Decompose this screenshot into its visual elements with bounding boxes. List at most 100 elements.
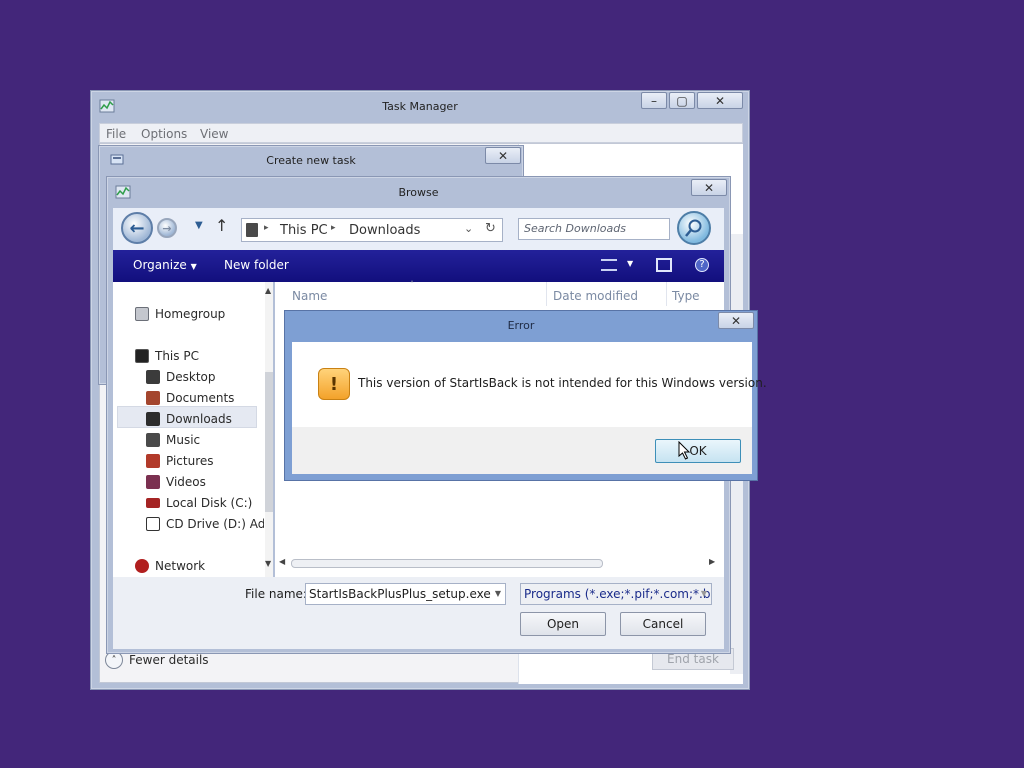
help-icon[interactable]: ?	[695, 258, 709, 272]
homegroup-icon	[135, 307, 149, 321]
scroll-down-icon[interactable]: ▼	[265, 559, 271, 568]
search-placeholder: Search Downloads	[524, 222, 626, 235]
scroll-right-icon[interactable]: ▶	[709, 557, 715, 566]
back-button[interactable]: ←	[121, 212, 153, 244]
close-icon: ✕	[497, 148, 509, 163]
scrollbar-thumb[interactable]	[265, 372, 273, 512]
navigation-pane: Homegroup This PC Desktop Documents Down…	[113, 282, 273, 577]
nav-label: Videos	[166, 475, 206, 489]
refresh-icon[interactable]: ↻	[485, 221, 496, 236]
create-task-close-button[interactable]: ✕	[485, 147, 521, 164]
nav-label: This PC	[155, 349, 199, 363]
nav-item-videos[interactable]: Videos	[146, 472, 206, 492]
nav-label: Local Disk (C:)	[166, 496, 253, 510]
ok-button[interactable]: OK	[655, 439, 741, 463]
chevron-down-icon[interactable]: ▼	[627, 259, 633, 268]
nav-item-homegroup[interactable]: Homegroup	[135, 304, 225, 324]
maximize-button[interactable]: ▢	[669, 92, 695, 109]
nav-item-network[interactable]: Network	[135, 556, 205, 576]
chevron-down-icon[interactable]: ▼	[495, 589, 501, 598]
downloads-folder-icon	[246, 223, 258, 237]
command-toolbar: Organize ▼ New folder ▼ ?	[113, 250, 724, 282]
breadcrumb-separator-icon: ▸	[331, 223, 336, 233]
network-icon	[135, 559, 149, 573]
organize-menu[interactable]: Organize ▼	[133, 258, 197, 272]
chevron-down-icon: ▼	[190, 262, 197, 271]
sort-ascending-icon: ˄	[410, 280, 414, 289]
forward-arrow-icon: →	[162, 221, 172, 235]
new-folder-button[interactable]: New folder	[224, 258, 289, 272]
error-message: This version of StartIsBack is not inten…	[358, 376, 767, 390]
scroll-up-icon[interactable]: ▲	[265, 286, 271, 295]
task-manager-menubar: File Options View	[99, 123, 743, 143]
nav-item-desktop[interactable]: Desktop	[146, 367, 216, 387]
nav-item-music[interactable]: Music	[146, 430, 200, 450]
recent-locations-dropdown[interactable]: ▼	[195, 220, 203, 231]
close-button[interactable]: ✕	[697, 92, 743, 109]
nav-item-documents[interactable]: Documents	[146, 388, 234, 408]
downloads-folder-icon	[146, 412, 160, 426]
nav-label: Documents	[166, 391, 235, 405]
computer-icon	[135, 349, 149, 363]
open-button[interactable]: Open	[520, 612, 606, 636]
error-button-area: OK	[292, 427, 752, 474]
maximize-icon: ▢	[676, 93, 688, 108]
warning-icon: !	[318, 368, 350, 400]
file-name-input[interactable]: StartIsBackPlusPlus_setup.exe ▼	[305, 583, 506, 605]
search-button[interactable]	[677, 211, 711, 245]
cd-drive-icon	[146, 517, 160, 531]
nav-label: Homegroup	[155, 307, 226, 321]
nav-item-this-pc[interactable]: This PC	[135, 346, 199, 366]
column-header-name[interactable]: Name	[292, 289, 327, 303]
file-name-label: File name:	[245, 587, 307, 601]
up-button[interactable]: ↑	[215, 216, 228, 235]
nav-item-local-disk[interactable]: Local Disk (C:)	[146, 493, 252, 513]
navigation-pane-scrollbar[interactable]: ▲ ▼	[265, 282, 273, 577]
up-arrow-icon: ↑	[215, 216, 229, 235]
error-close-button[interactable]: ✕	[718, 312, 754, 329]
scroll-left-icon[interactable]: ◀	[279, 557, 285, 566]
menu-options[interactable]: Options	[141, 127, 187, 141]
videos-folder-icon	[146, 475, 160, 489]
view-options-icon[interactable]	[601, 259, 617, 271]
pictures-folder-icon	[146, 454, 160, 468]
fewer-details-label: Fewer details	[129, 653, 209, 667]
file-list-horizontal-scrollbar[interactable]: ◀ ▶	[279, 557, 719, 571]
file-type-select[interactable]: Programs (*.exe;*.pif;*.com;*.ba ▼	[520, 583, 712, 605]
nav-item-pictures[interactable]: Pictures	[146, 451, 214, 471]
nav-item-downloads[interactable]: Downloads	[146, 409, 232, 429]
magnifier-icon	[685, 219, 702, 237]
nav-label: CD Drive (D:) Adob	[166, 517, 264, 531]
breadcrumb-this-pc[interactable]: This PC	[280, 223, 328, 238]
address-history-chevron-icon[interactable]: ⌄	[464, 222, 473, 235]
menu-view[interactable]: View	[200, 127, 228, 141]
address-bar[interactable]: ▸ This PC ▸ Downloads ⌄ ↻	[241, 218, 503, 242]
column-separator	[666, 282, 667, 306]
close-icon: ✕	[714, 93, 726, 108]
forward-button[interactable]: →	[157, 218, 177, 238]
cancel-button[interactable]: Cancel	[620, 612, 706, 636]
error-dialog: Error ✕ ! This version of StartIsBack is…	[284, 310, 767, 481]
file-name-bar: File name: StartIsBackPlusPlus_setup.exe…	[113, 577, 724, 649]
nav-label: Pictures	[166, 454, 214, 468]
chevron-down-icon: ▼	[700, 589, 707, 598]
nav-label: Desktop	[166, 370, 216, 384]
create-task-title: Create new task	[266, 154, 356, 167]
chevron-down-icon: ▼	[195, 220, 203, 231]
browse-close-button[interactable]: ✕	[691, 179, 727, 196]
column-header-date-modified[interactable]: Date modified	[553, 289, 638, 303]
browse-title: Browse	[398, 186, 439, 199]
music-folder-icon	[146, 433, 160, 447]
documents-folder-icon	[146, 391, 160, 405]
search-input[interactable]: Search Downloads	[518, 218, 670, 240]
desktop-folder-icon	[146, 370, 160, 384]
scrollbar-thumb[interactable]	[291, 559, 603, 568]
hard-drive-icon	[146, 498, 160, 508]
column-header-type[interactable]: Type	[672, 289, 700, 303]
breadcrumb-downloads[interactable]: Downloads	[349, 223, 420, 238]
preview-pane-icon[interactable]	[656, 258, 672, 272]
minimize-button[interactable]: –	[641, 92, 667, 109]
organize-label: Organize	[133, 258, 187, 272]
menu-file[interactable]: File	[106, 127, 126, 141]
nav-item-cd-drive[interactable]: CD Drive (D:) Adob	[146, 514, 264, 534]
